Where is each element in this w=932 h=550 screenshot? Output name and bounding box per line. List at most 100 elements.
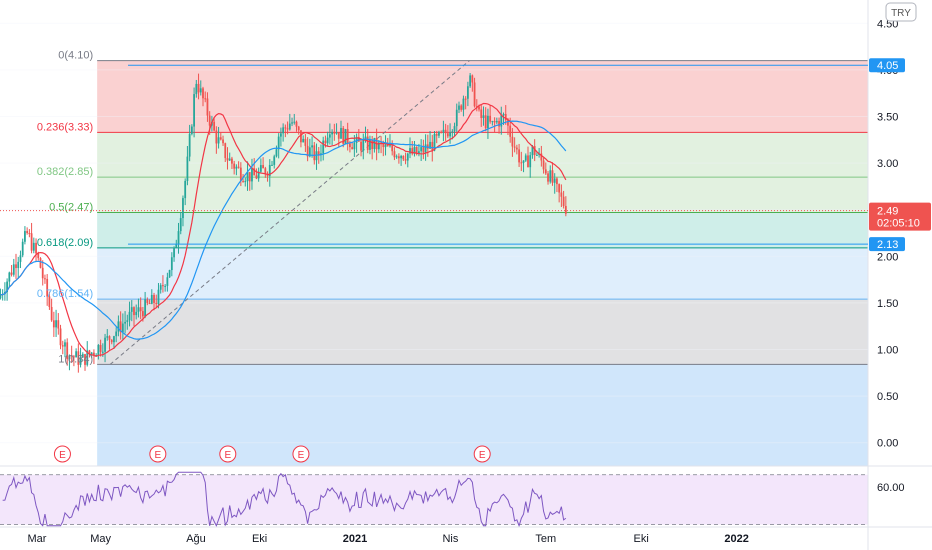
price-tick-label: 1.00 [877,345,898,357]
candle-body [402,155,405,160]
candle-body [331,131,334,135]
candle-body [564,205,567,214]
candle-body [422,147,425,153]
stock-chart[interactable]: 0(4.10) 0.236(3.33) 0.382(2.85) 0.5(2.47) 0.… [0,0,932,550]
candle-body [8,272,11,282]
candle-body [50,306,53,321]
candle-body [458,105,460,110]
candle-body [202,88,204,99]
candle-body [522,160,525,163]
candle-body [344,129,347,144]
candle-body [291,122,293,124]
candle-body [462,98,465,110]
candle-body [259,165,262,172]
price-tick-label: 3.00 [877,158,898,170]
candle-body [333,131,336,134]
candle-body [371,139,374,150]
candle-body [511,136,514,147]
candle-body [484,115,487,129]
candle-body [153,294,155,303]
candle-body [556,178,558,185]
candle-body [324,140,327,144]
candle-body [101,351,104,353]
rsi-tick-label: 60.00 [877,482,905,494]
candle-body [199,88,202,93]
candle-body [273,156,276,165]
candle-body [193,94,195,127]
candle-body [460,105,463,110]
candle-body [57,320,60,329]
candle-body [19,255,22,262]
candle-body [121,323,124,333]
candle-body [420,147,423,152]
candle-body [237,166,240,168]
candle-body [431,141,434,151]
candle-body [157,289,160,304]
candle-body [547,173,549,182]
candle-body [313,145,316,161]
fib-label: 0(4.10) [58,50,93,62]
price-tick-label: 1.50 [877,298,898,310]
rsi-pane [0,465,932,528]
candle-body [518,149,520,163]
currency-button-group[interactable]: TRY [885,2,917,22]
candle-body [438,131,440,136]
time-tick-label: Mar [28,533,47,545]
candle-body [224,143,227,159]
candle-body [544,169,547,174]
candle-body [206,98,209,116]
candle-body [271,164,273,166]
candle-body [424,144,427,153]
candle-body [195,83,198,95]
candle-body [444,129,447,134]
candle-body [262,165,264,169]
candle-body [337,132,340,139]
earnings-event-label: E [479,450,486,461]
candle-body [104,337,106,352]
candle-body [26,231,29,233]
candle-body [186,156,189,181]
fib-label: 0.382(2.85) [37,166,93,178]
candle-body [24,231,26,242]
candle-body [498,120,500,127]
candle-body [389,145,391,147]
rsi-band-fill [0,474,868,525]
candle-body [473,82,476,107]
candle-body [491,121,494,123]
candle-body [190,126,193,134]
time-tick-label: Tem [535,533,556,545]
candle-body [384,144,387,148]
candle-body [404,159,407,161]
candle-body [148,302,151,304]
candle-body [360,141,362,151]
candle-body [280,133,282,137]
candle-body [500,115,503,127]
fibonacci-labels: 0(4.10) 0.236(3.33) 0.382(2.85) 0.5(2.47) 0.… [37,50,93,366]
earnings-event-label: E [155,450,162,461]
candle-body [173,247,175,258]
candle-body [12,264,15,275]
candle-body [162,285,164,287]
candle-body [184,180,187,199]
candle-body [97,345,100,355]
price-tag-label: 2.13 [877,239,898,251]
candle-body [542,160,545,170]
candle-body [255,175,258,179]
candle-body [340,128,342,139]
candle-body [282,127,285,134]
candle-body [177,231,180,245]
price-tag-label: 4.05 [877,60,898,72]
fib-zone [97,132,868,178]
candle-body [244,181,247,183]
candle-body [55,320,57,328]
candle-body [442,129,445,133]
candle-body [302,138,305,143]
time-tick-label: Ağu [186,533,206,545]
candle-body [326,137,329,144]
candle-body [146,299,149,303]
candle-body [311,145,313,148]
candle-body [110,339,113,343]
candle-body [406,153,409,161]
candle-body [451,131,454,133]
candle-body [219,137,222,140]
